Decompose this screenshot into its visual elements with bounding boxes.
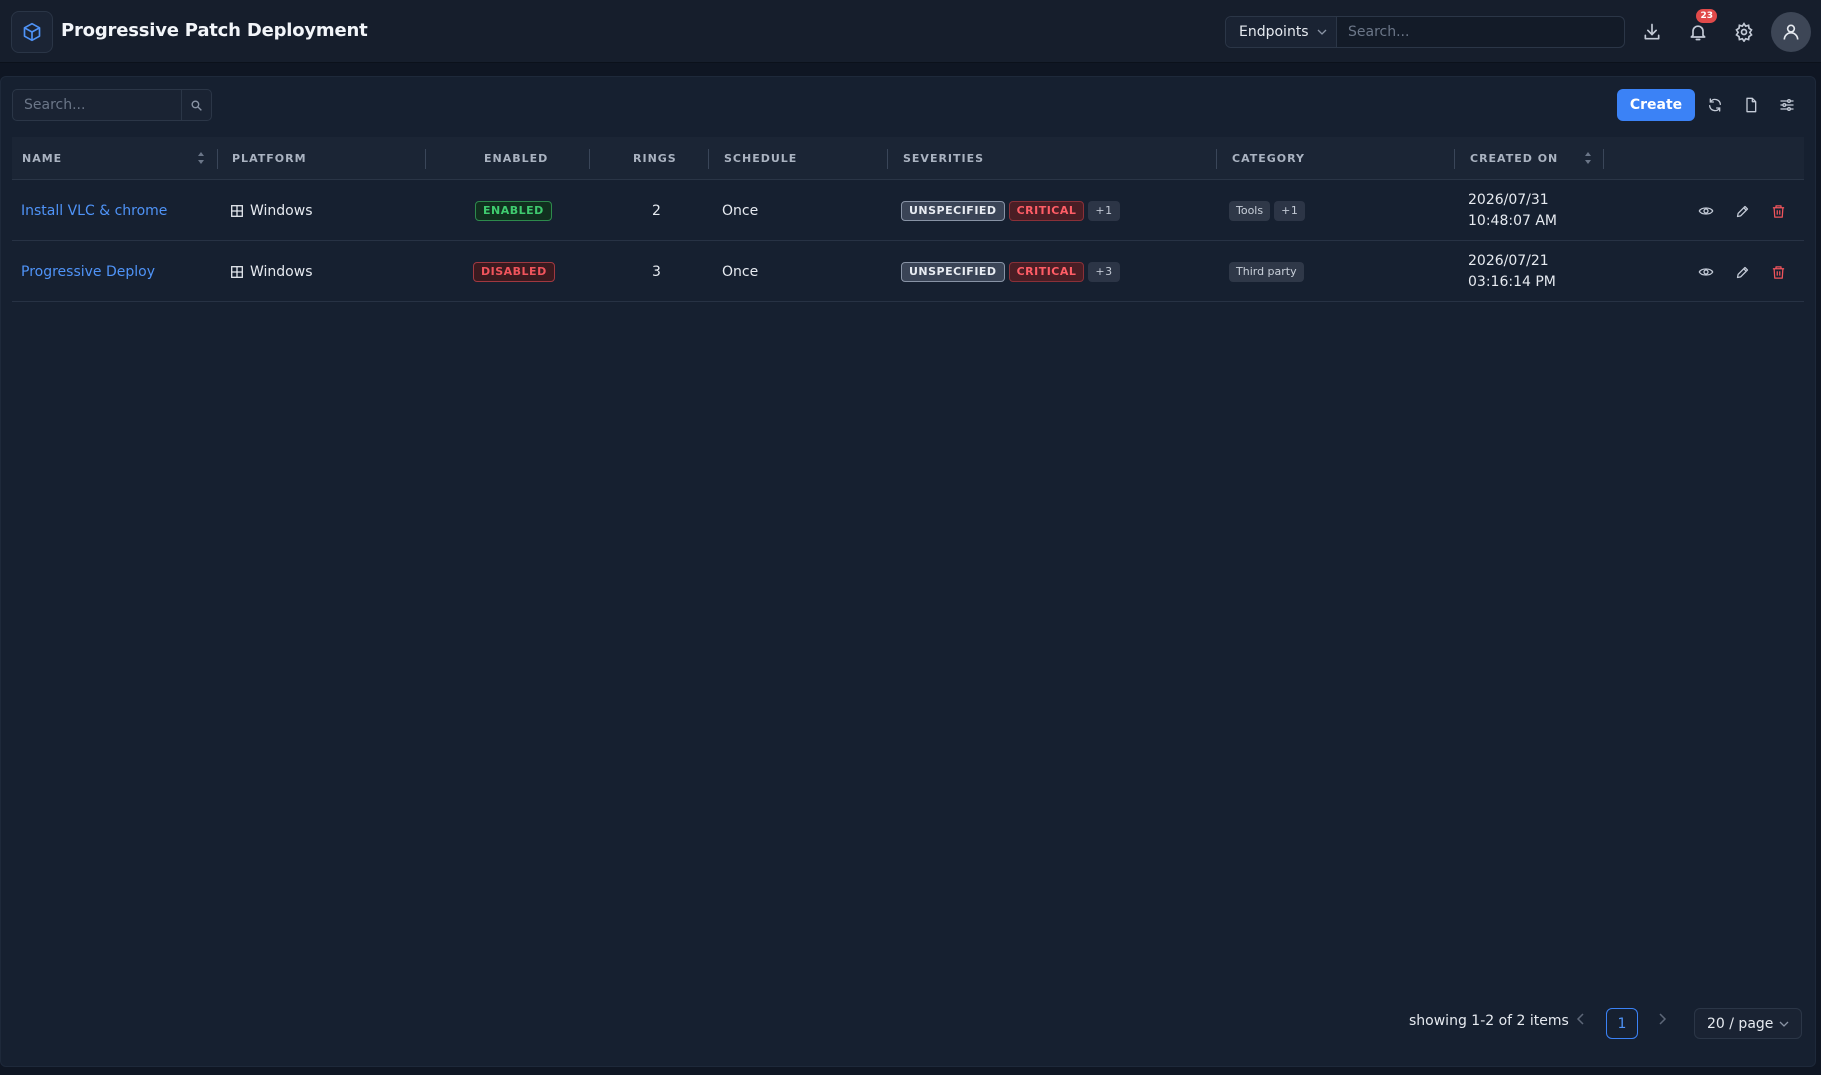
prev-page-button[interactable] (1576, 1013, 1586, 1029)
column-divider (708, 149, 709, 169)
page-button-current[interactable]: 1 (1606, 1008, 1638, 1039)
column-divider (589, 149, 590, 169)
cube-icon (23, 22, 41, 42)
column-header-name[interactable]: NAME (22, 137, 62, 180)
column-divider (887, 149, 888, 169)
column-header-severities: SEVERITIES (903, 152, 985, 165)
schedule-label: Once (722, 202, 759, 219)
column-divider (1454, 149, 1455, 169)
column-divider (217, 149, 218, 169)
pencil-icon (1736, 266, 1748, 278)
windows-icon (231, 265, 243, 278)
column-settings-button[interactable] (1773, 91, 1801, 119)
category-badge: Third party (1229, 261, 1304, 282)
trash-icon (1772, 204, 1784, 218)
pencil-icon (1736, 205, 1748, 217)
notification-badge: 23 (1696, 9, 1717, 23)
column-header-rings: RINGS (633, 152, 677, 165)
platform-label: Windows (250, 263, 313, 280)
table-search-input[interactable] (13, 90, 181, 120)
user-icon (1783, 24, 1799, 40)
scope-select-label: Endpoints (1239, 24, 1309, 40)
status-badge: ENABLED (475, 200, 552, 221)
severity-more-badge[interactable]: +3 (1088, 261, 1120, 282)
column-header-created-on[interactable]: CREATED ON (1470, 137, 1558, 180)
created-on-date: 2026/07/31 10:48:07 AM (1468, 191, 1557, 229)
gear-icon (1735, 22, 1753, 42)
user-avatar[interactable] (1771, 12, 1811, 52)
column-header-schedule: SCHEDULE (724, 152, 798, 165)
severity-badge: UNSPECIFIED (901, 200, 1005, 221)
notifications-button[interactable]: 23 (1683, 9, 1717, 47)
status-badge: DISABLED (473, 261, 555, 282)
app-logo[interactable] (11, 11, 53, 53)
sliders-icon (1780, 99, 1794, 111)
severity-more-badge[interactable]: +1 (1088, 200, 1120, 221)
next-page-button[interactable] (1657, 1013, 1667, 1029)
page-title: Progressive Patch Deployment (61, 20, 368, 41)
chevron-left-icon (1576, 1013, 1584, 1025)
deployment-panel: Create NAME PLATFORM ENABLED RINGS SCHED… (0, 76, 1816, 1067)
severity-badge: CRITICAL (1008, 261, 1085, 282)
deployment-table: NAME PLATFORM ENABLED RINGS SCHEDULE SEV… (12, 137, 1804, 302)
column-divider (425, 149, 426, 169)
table-search (12, 89, 212, 121)
refresh-icon (1709, 98, 1721, 112)
edit-button[interactable] (1731, 261, 1753, 283)
sort-icon[interactable] (1584, 151, 1592, 165)
download-icon (1644, 23, 1660, 40)
created-on-date: 2026/07/21 03:16:14 PM (1468, 252, 1556, 290)
severity-badge: CRITICAL (1008, 200, 1085, 221)
download-button[interactable] (1637, 17, 1667, 47)
severity-badge: UNSPECIFIED (901, 261, 1005, 282)
column-divider (1216, 149, 1217, 169)
top-bar: Progressive Patch Deployment Endpoints 2… (0, 0, 1821, 63)
trash-icon (1772, 265, 1784, 279)
table-search-button[interactable] (181, 90, 211, 120)
view-button[interactable] (1695, 200, 1717, 222)
rings-count: 3 (652, 263, 661, 280)
settings-button[interactable] (1729, 17, 1759, 47)
column-divider (1603, 149, 1604, 169)
table-row: Install VLC & chrome Windows ENABLED 2 O… (12, 180, 1804, 241)
platform-label: Windows (250, 202, 313, 219)
refresh-button[interactable] (1701, 91, 1729, 119)
page-size-label: 20 / page (1707, 1015, 1774, 1032)
view-button[interactable] (1695, 261, 1717, 283)
chevron-right-icon (1659, 1013, 1667, 1025)
page-size-select[interactable]: 20 / page (1694, 1008, 1802, 1039)
export-button[interactable] (1737, 91, 1765, 119)
create-button[interactable]: Create (1617, 89, 1695, 121)
table-row: Progressive Deploy Windows DISABLED 3 On… (12, 241, 1804, 302)
pagination-info: showing 1-2 of 2 items (1409, 1013, 1569, 1029)
column-header-category: CATEGORY (1232, 152, 1305, 165)
chevron-down-icon (1317, 29, 1327, 35)
eye-icon (1698, 268, 1714, 276)
category-more-badge[interactable]: +1 (1274, 200, 1306, 221)
category-badge: Tools (1229, 200, 1271, 221)
bell-icon (1690, 25, 1706, 41)
table-header: NAME PLATFORM ENABLED RINGS SCHEDULE SEV… (12, 137, 1804, 180)
schedule-label: Once (722, 263, 759, 280)
eye-icon (1698, 207, 1714, 215)
chevron-down-icon (1779, 1021, 1789, 1027)
global-search-input[interactable] (1337, 17, 1624, 47)
sort-icon[interactable] (197, 151, 205, 165)
file-icon (1746, 97, 1757, 113)
global-search: Endpoints (1225, 16, 1625, 48)
deployment-name-link[interactable]: Progressive Deploy (21, 264, 155, 280)
deployment-name-link[interactable]: Install VLC & chrome (21, 203, 167, 219)
search-icon (191, 99, 202, 111)
column-header-enabled: ENABLED (484, 152, 549, 165)
rings-count: 2 (652, 202, 661, 219)
scope-select[interactable]: Endpoints (1226, 17, 1337, 47)
windows-icon (231, 204, 243, 217)
column-header-platform: PLATFORM (232, 152, 307, 165)
delete-button[interactable] (1767, 261, 1789, 283)
delete-button[interactable] (1767, 200, 1789, 222)
edit-button[interactable] (1731, 200, 1753, 222)
